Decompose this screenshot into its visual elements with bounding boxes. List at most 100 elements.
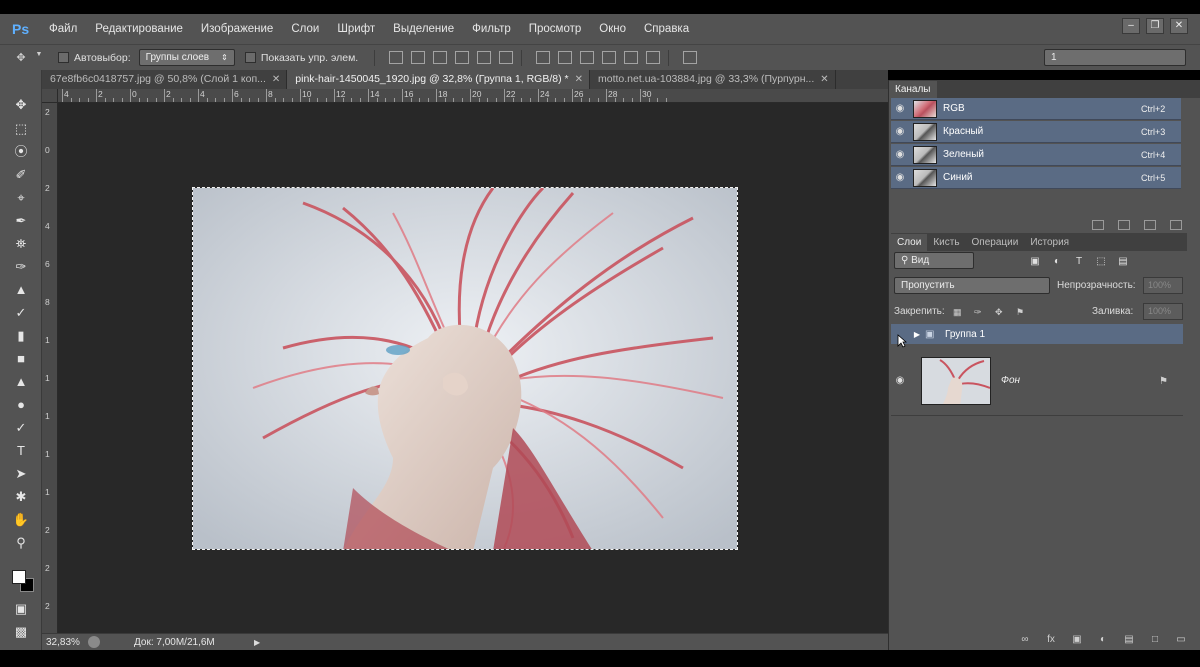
align-vcenter-icon[interactable] xyxy=(411,51,426,64)
ruler-corner[interactable] xyxy=(42,89,58,103)
lasso-tool-icon[interactable]: ⦿ xyxy=(11,143,31,161)
lock-position-icon[interactable]: ✥ xyxy=(995,307,1006,318)
workspace-dropdown[interactable]: 1 xyxy=(1044,49,1186,66)
distribute-vcenter-icon[interactable] xyxy=(558,51,573,64)
tab-layers[interactable]: Слои xyxy=(891,234,928,251)
filter-type-icon[interactable]: T xyxy=(1073,256,1085,267)
link-icon[interactable]: ∞ xyxy=(1019,634,1031,645)
distribute-hcenter-icon[interactable] xyxy=(624,51,639,64)
type-tool-icon[interactable]: T xyxy=(11,442,31,460)
align-right-icon[interactable] xyxy=(499,51,514,64)
auto-align-icon[interactable] xyxy=(683,51,698,64)
close-icon[interactable]: ✕ xyxy=(820,70,828,89)
channel-row-blue[interactable]: ◉ Синий Ctrl+5 xyxy=(891,167,1181,189)
channel-row-red[interactable]: ◉ Красный Ctrl+3 xyxy=(891,121,1181,143)
shape-tool-icon[interactable]: ✱ xyxy=(11,488,31,506)
healing-brush-tool-icon[interactable]: ⛯ xyxy=(11,235,31,253)
menu-help[interactable]: Справка xyxy=(635,14,698,44)
zoom-level[interactable]: 32,83% xyxy=(42,637,88,648)
layer-row-group[interactable]: ▶ ▣ Группа 1 xyxy=(891,324,1183,344)
eraser-tool-icon[interactable]: ▮ xyxy=(11,327,31,345)
path-select-tool-icon[interactable]: ➤ xyxy=(11,465,31,483)
autoselect-checkbox[interactable] xyxy=(58,52,69,63)
align-top-icon[interactable] xyxy=(389,51,404,64)
eyedropper-tool-icon[interactable]: ✒ xyxy=(11,212,31,230)
dodge-tool-icon[interactable]: ● xyxy=(11,396,31,414)
lock-pixels-icon[interactable]: ✑ xyxy=(974,307,985,318)
restore-icon[interactable]: ❐ xyxy=(1146,18,1164,34)
adjustment-layer-icon[interactable]: ◐ xyxy=(1097,634,1109,645)
align-left-icon[interactable] xyxy=(455,51,470,64)
eye-icon[interactable]: ◉ xyxy=(891,172,909,183)
menu-select[interactable]: Выделение xyxy=(384,14,463,44)
canvas-area[interactable] xyxy=(58,103,888,633)
tab-document-1[interactable]: 67e8fb6c0418757.jpg @ 50,8% (Слой 1 коп.… xyxy=(42,70,288,89)
tab-channels[interactable]: Каналы xyxy=(889,81,937,98)
menu-layers[interactable]: Слои xyxy=(282,14,328,44)
brush-tool-icon[interactable]: ✑ xyxy=(11,258,31,276)
chevron-down-icon[interactable]: ▼ xyxy=(30,51,48,65)
tab-brush[interactable]: Кисть xyxy=(927,234,965,251)
lock-transparency-icon[interactable]: ▦ xyxy=(953,307,964,318)
filter-adjustment-icon[interactable]: ◐ xyxy=(1051,256,1063,267)
menu-filter[interactable]: Фильтр xyxy=(463,14,520,44)
marquee-tool-icon[interactable]: ⬚ xyxy=(11,120,31,138)
move-tool-icon[interactable]: ✥ xyxy=(12,51,30,65)
distribute-bottom-icon[interactable] xyxy=(580,51,595,64)
screen-mode-icon[interactable]: ▩ xyxy=(11,623,31,641)
fx-icon[interactable]: fx xyxy=(1045,634,1057,645)
distribute-right-icon[interactable] xyxy=(646,51,661,64)
save-selection-icon[interactable] xyxy=(1118,220,1130,230)
autoselect-dropdown[interactable]: Группы слоев ⇕ xyxy=(138,49,235,66)
trash-icon[interactable]: ▭ xyxy=(1175,634,1187,645)
horizontal-ruler[interactable]: 4 2 0 2 4 6 8 10 12 14 16 18 20 22 24 26 28 30 xyxy=(58,89,888,103)
load-selection-icon[interactable] xyxy=(1092,220,1104,230)
layer-row-background[interactable]: ◉ Фон ⚑ xyxy=(891,346,1183,416)
menu-image[interactable]: Изображение xyxy=(192,14,282,44)
quick-mask-icon[interactable]: ▣ xyxy=(11,600,31,618)
new-group-icon[interactable]: ▤ xyxy=(1123,634,1135,645)
menu-file[interactable]: Файл xyxy=(40,14,86,44)
new-channel-icon[interactable] xyxy=(1144,220,1156,230)
filter-smart-object-icon[interactable]: ▤ xyxy=(1117,256,1129,267)
tab-history[interactable]: История xyxy=(1024,234,1075,251)
status-menu-arrow-icon[interactable]: ▶ xyxy=(254,638,260,647)
menu-edit[interactable]: Редактирование xyxy=(86,14,192,44)
eye-icon[interactable]: ◉ xyxy=(891,375,909,386)
filter-shape-icon[interactable]: ⬚ xyxy=(1095,256,1107,267)
align-hcenter-icon[interactable] xyxy=(477,51,492,64)
add-mask-icon[interactable]: ▣ xyxy=(1071,634,1083,645)
eye-icon[interactable]: ◉ xyxy=(891,103,909,114)
pen-tool-icon[interactable]: ✓ xyxy=(11,419,31,437)
align-bottom-icon[interactable] xyxy=(433,51,448,64)
tab-document-2[interactable]: pink-hair-1450045_1920.jpg @ 32,8% (Груп… xyxy=(287,70,590,89)
tab-document-3[interactable]: motto.net.ua-103884.jpg @ 33,3% (Пурпурн… xyxy=(590,70,836,89)
lock-all-icon[interactable]: ⚑ xyxy=(1016,307,1027,318)
show-transform-checkbox[interactable] xyxy=(244,52,256,63)
close-icon[interactable]: ✕ xyxy=(272,70,280,89)
foreground-color-swatch[interactable] xyxy=(12,570,26,584)
fill-input[interactable]: 100% xyxy=(1143,303,1183,320)
vertical-ruler[interactable]: 2 0 2 4 6 8 1 1 1 1 1 2 2 2 xyxy=(42,103,58,633)
menu-type[interactable]: Шрифт xyxy=(328,14,384,44)
gradient-tool-icon[interactable]: ■ xyxy=(11,350,31,368)
new-layer-icon[interactable]: □ xyxy=(1149,634,1161,645)
minimize-icon[interactable]: – xyxy=(1122,18,1140,34)
trash-icon[interactable] xyxy=(1170,220,1182,230)
history-brush-tool-icon[interactable]: ✓ xyxy=(11,304,31,322)
distribute-left-icon[interactable] xyxy=(602,51,617,64)
document-image[interactable] xyxy=(192,187,738,550)
close-icon[interactable]: ✕ xyxy=(1170,18,1188,34)
blur-tool-icon[interactable]: ▲ xyxy=(11,373,31,391)
tab-actions[interactable]: Операции xyxy=(966,234,1025,251)
hand-tool-icon[interactable]: ✋ xyxy=(11,511,31,529)
clone-stamp-tool-icon[interactable]: ▲ xyxy=(11,281,31,299)
status-options-icon[interactable] xyxy=(88,636,100,648)
layer-filter-dropdown[interactable]: ⚲ Вид xyxy=(894,252,974,269)
menu-view[interactable]: Просмотр xyxy=(520,14,591,44)
close-icon[interactable]: ✕ xyxy=(575,70,583,89)
expand-arrow-icon[interactable]: ▶ xyxy=(909,330,925,339)
eye-icon[interactable]: ◉ xyxy=(891,126,909,137)
move-tool-icon[interactable]: ✥ xyxy=(11,96,31,114)
quick-select-tool-icon[interactable]: ✐ xyxy=(11,166,31,184)
